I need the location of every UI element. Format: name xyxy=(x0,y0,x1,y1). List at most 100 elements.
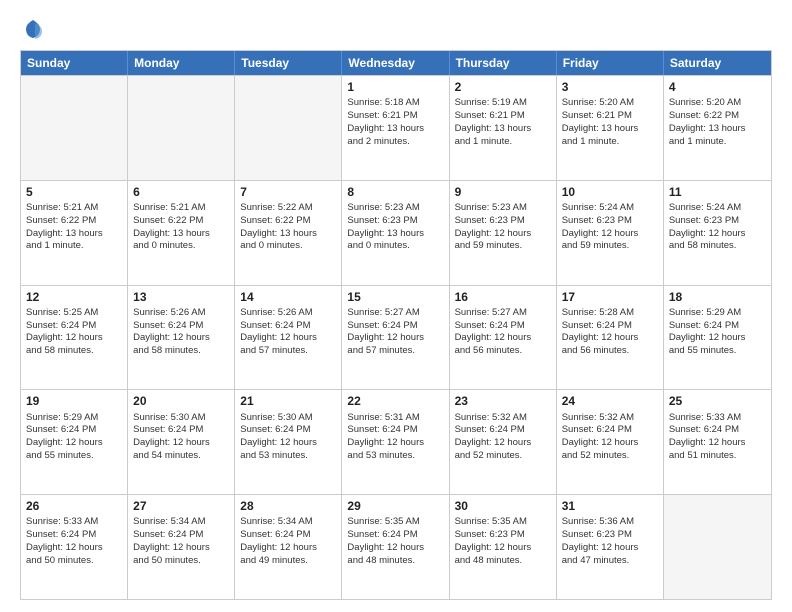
calendar-day-cell: 5Sunrise: 5:21 AMSunset: 6:22 PMDaylight… xyxy=(21,181,128,285)
calendar-day-cell: 14Sunrise: 5:26 AMSunset: 6:24 PMDayligh… xyxy=(235,286,342,390)
calendar-day-cell: 28Sunrise: 5:34 AMSunset: 6:24 PMDayligh… xyxy=(235,495,342,599)
day-info-line: and 52 minutes. xyxy=(562,450,658,463)
day-info-line: Sunset: 6:24 PM xyxy=(669,424,766,437)
calendar-day-cell: 1Sunrise: 5:18 AMSunset: 6:21 PMDaylight… xyxy=(342,76,449,180)
logo-icon xyxy=(22,18,44,40)
day-info-line: Sunrise: 5:27 AM xyxy=(455,307,551,320)
day-info-line: Sunset: 6:24 PM xyxy=(455,424,551,437)
day-number: 4 xyxy=(669,79,766,95)
day-info-line: Daylight: 13 hours xyxy=(562,123,658,136)
day-info-line: Sunrise: 5:21 AM xyxy=(26,202,122,215)
day-info-line: Daylight: 13 hours xyxy=(347,123,443,136)
day-number: 9 xyxy=(455,184,551,200)
day-info-line: Sunrise: 5:19 AM xyxy=(455,97,551,110)
calendar-day-cell: 4Sunrise: 5:20 AMSunset: 6:22 PMDaylight… xyxy=(664,76,771,180)
day-info-line: Daylight: 12 hours xyxy=(26,332,122,345)
day-number: 15 xyxy=(347,289,443,305)
day-info-line: Sunset: 6:24 PM xyxy=(240,320,336,333)
page: SundayMondayTuesdayWednesdayThursdayFrid… xyxy=(0,0,792,612)
day-info-line: Sunset: 6:24 PM xyxy=(133,320,229,333)
calendar-day-cell: 31Sunrise: 5:36 AMSunset: 6:23 PMDayligh… xyxy=(557,495,664,599)
day-info-line: and 1 minute. xyxy=(669,136,766,149)
day-info-line: Daylight: 12 hours xyxy=(669,332,766,345)
calendar-day-cell: 2Sunrise: 5:19 AMSunset: 6:21 PMDaylight… xyxy=(450,76,557,180)
day-info-line: and 58 minutes. xyxy=(26,345,122,358)
day-number: 11 xyxy=(669,184,766,200)
day-info-line: and 1 minute. xyxy=(455,136,551,149)
day-info-line: Sunrise: 5:36 AM xyxy=(562,516,658,529)
calendar-day-cell: 25 Sunrise: 5:33 AMSunset: 6:24 PMDayligh… xyxy=(664,390,771,494)
day-info-line: Sunset: 6:24 PM xyxy=(26,320,122,333)
day-number: 3 xyxy=(562,79,658,95)
day-info-line: and 54 minutes. xyxy=(133,450,229,463)
day-info-line: Sunrise: 5:35 AM xyxy=(347,516,443,529)
day-info-line: and 52 minutes. xyxy=(455,450,551,463)
day-number: 10 xyxy=(562,184,658,200)
day-info-line: Daylight: 12 hours xyxy=(455,228,551,241)
day-info-line: and 57 minutes. xyxy=(347,345,443,358)
calendar-week-row: 19Sunrise: 5:29 AMSunset: 6:24 PMDayligh… xyxy=(21,389,771,494)
day-info-line: and 53 minutes. xyxy=(347,450,443,463)
day-info-line: Sunrise: 5:25 AM xyxy=(26,307,122,320)
day-info-line: Daylight: 12 hours xyxy=(347,542,443,555)
calendar-day-cell: 19Sunrise: 5:29 AMSunset: 6:24 PMDayligh… xyxy=(21,390,128,494)
calendar-day-cell: 7Sunrise: 5:22 AMSunset: 6:22 PMDaylight… xyxy=(235,181,342,285)
day-info-line: Sunset: 6:21 PM xyxy=(562,110,658,123)
day-number: 31 xyxy=(562,498,658,514)
day-info-line: Sunset: 6:23 PM xyxy=(669,215,766,228)
header xyxy=(20,18,772,40)
day-info-line: Daylight: 12 hours xyxy=(669,228,766,241)
day-number: 25 xyxy=(669,393,766,409)
day-info-line: Sunset: 6:24 PM xyxy=(240,424,336,437)
day-info-line: Sunset: 6:24 PM xyxy=(26,424,122,437)
calendar-day-cell: 16Sunrise: 5:27 AMSunset: 6:24 PMDayligh… xyxy=(450,286,557,390)
calendar-day-cell: 21Sunrise: 5:30 AMSunset: 6:24 PMDayligh… xyxy=(235,390,342,494)
day-info-line: Daylight: 13 hours xyxy=(347,228,443,241)
day-info-line: Daylight: 13 hours xyxy=(26,228,122,241)
day-info-line: and 0 minutes. xyxy=(133,240,229,253)
calendar-day-cell: 30Sunrise: 5:35 AMSunset: 6:23 PMDayligh… xyxy=(450,495,557,599)
day-info-line: Sunrise: 5:33 AM xyxy=(26,516,122,529)
day-info-line: Sunset: 6:23 PM xyxy=(455,529,551,542)
day-number: 23 xyxy=(455,393,551,409)
day-info-line: Daylight: 12 hours xyxy=(133,332,229,345)
day-info-line: and 49 minutes. xyxy=(240,555,336,568)
day-of-week-header: Thursday xyxy=(450,51,557,75)
day-number: 20 xyxy=(133,393,229,409)
empty-cell xyxy=(235,76,342,180)
day-info-line: Sunset: 6:24 PM xyxy=(133,529,229,542)
day-info-line: Sunrise: 5:33 AM xyxy=(669,412,766,425)
day-info-line: Sunset: 6:22 PM xyxy=(133,215,229,228)
day-info-line: Sunrise: 5:34 AM xyxy=(240,516,336,529)
day-info-line: and 1 minute. xyxy=(26,240,122,253)
day-of-week-header: Monday xyxy=(128,51,235,75)
day-info-line: Sunrise: 5:30 AM xyxy=(133,412,229,425)
day-info-line: and 55 minutes. xyxy=(669,345,766,358)
day-info-line: Daylight: 12 hours xyxy=(133,542,229,555)
calendar-day-cell: 13Sunrise: 5:26 AMSunset: 6:24 PMDayligh… xyxy=(128,286,235,390)
day-number: 26 xyxy=(26,498,122,514)
day-info-line: Daylight: 12 hours xyxy=(347,332,443,345)
day-number: 16 xyxy=(455,289,551,305)
calendar-day-cell: 20Sunrise: 5:30 AMSunset: 6:24 PMDayligh… xyxy=(128,390,235,494)
day-info-line: Daylight: 12 hours xyxy=(669,437,766,450)
day-info-line: Daylight: 12 hours xyxy=(455,437,551,450)
day-info-line: Daylight: 12 hours xyxy=(562,228,658,241)
day-info-line: Sunrise: 5:22 AM xyxy=(240,202,336,215)
day-number: 21 xyxy=(240,393,336,409)
day-info-line: and 59 minutes. xyxy=(562,240,658,253)
day-info-line: Sunrise: 5:24 AM xyxy=(562,202,658,215)
day-info-line: Sunset: 6:24 PM xyxy=(347,320,443,333)
day-info-line: Sunset: 6:23 PM xyxy=(455,215,551,228)
day-info-line: and 59 minutes. xyxy=(455,240,551,253)
logo xyxy=(20,18,44,40)
calendar-day-cell: 22Sunrise: 5:31 AMSunset: 6:24 PMDayligh… xyxy=(342,390,449,494)
empty-cell xyxy=(664,495,771,599)
day-info-line: Sunrise: 5:34 AM xyxy=(133,516,229,529)
day-info-line: Daylight: 13 hours xyxy=(669,123,766,136)
day-number: 13 xyxy=(133,289,229,305)
day-info-line: Sunset: 6:24 PM xyxy=(562,424,658,437)
calendar-week-row: 5Sunrise: 5:21 AMSunset: 6:22 PMDaylight… xyxy=(21,180,771,285)
day-info-line: and 51 minutes. xyxy=(669,450,766,463)
calendar-day-cell: 17Sunrise: 5:28 AMSunset: 6:24 PMDayligh… xyxy=(557,286,664,390)
